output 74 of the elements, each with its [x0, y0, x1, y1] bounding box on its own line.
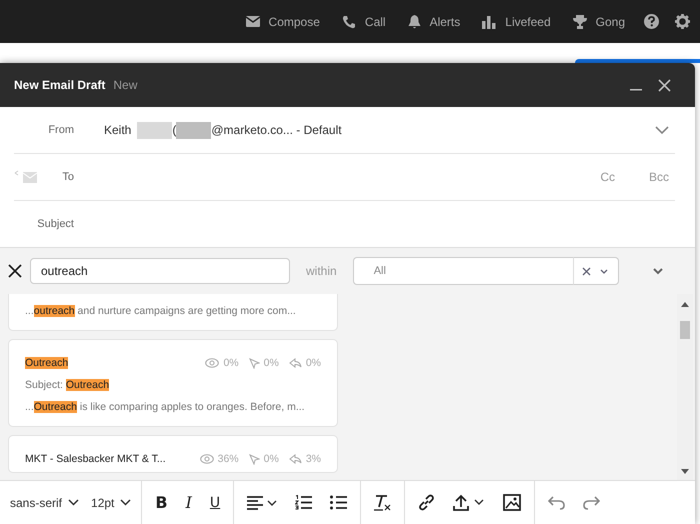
cursor-icon: [248, 358, 260, 368]
within-select[interactable]: All: [352, 257, 573, 285]
nav-label: Gong: [596, 14, 625, 28]
stat-value: 0%: [264, 356, 279, 370]
trophy-icon: [572, 14, 587, 28]
redo-icon: [583, 496, 600, 510]
stat-value: 3%: [306, 452, 321, 466]
caret-icon: [68, 499, 80, 506]
nav-item[interactable]: Alerts: [396, 14, 472, 28]
chevron-down-icon[interactable]: [652, 268, 663, 274]
format-dropdown[interactable]: sans-serif: [4, 492, 86, 514]
template-title: Outreach: [25, 356, 68, 370]
help-icon: [644, 14, 659, 29]
clear-icon[interactable]: [582, 266, 591, 276]
template-card[interactable]: MKT - Salesbacker MKT & T... 36% 0% 3%: [8, 435, 338, 473]
stat-value: 0%: [223, 356, 239, 370]
nav-item[interactable]: Compose: [234, 14, 331, 28]
link-icon: [418, 494, 436, 511]
nav-item[interactable]: Livefeed: [471, 14, 562, 28]
redaction-block: [176, 122, 212, 138]
settings-icon: [675, 14, 690, 29]
template-card[interactable]: ...outreach and nurture campaigns are getting more com...: [8, 294, 338, 331]
phone-icon: [342, 14, 356, 28]
within-label: within: [306, 264, 337, 278]
nav-item[interactable]: Call: [330, 14, 397, 28]
scroll-down-icon[interactable]: [681, 469, 689, 474]
template-subject: Subject: Outreach: [25, 378, 110, 392]
reply-icon: [288, 454, 302, 464]
scroll-thumb[interactable]: [680, 321, 690, 339]
numbered-list-icon: [295, 495, 312, 510]
close-icon[interactable]: [658, 78, 671, 92]
bar-chart-icon: [482, 14, 496, 28]
upload-icon: [453, 494, 486, 511]
reply-icon: [288, 358, 302, 368]
draft-status: New: [113, 78, 138, 92]
template-snippet: ...outreach and nurture campaigns are getting more com...: [25, 304, 297, 318]
envelopes-icon: [14, 170, 40, 184]
redaction-block: [137, 122, 172, 138]
nav-label: Compose: [268, 14, 320, 28]
sender-select[interactable]: Keith ( @marketo.co... - Default: [104, 122, 655, 138]
caret-icon: [120, 499, 132, 506]
search-field[interactable]: outreach: [30, 258, 290, 284]
template-title: MKT - Salesbacker MKT & T...: [25, 452, 166, 466]
bold-button[interactable]: B: [146, 489, 177, 516]
template-snippet: ...Outreach is like comparing apples to oranges. Before, m...: [25, 400, 306, 414]
field-label: To: [61, 171, 74, 183]
undo-icon: [548, 496, 566, 510]
cursor-icon: [248, 454, 260, 464]
italic-button[interactable]: I: [176, 489, 201, 516]
underline-button[interactable]: U: [200, 490, 230, 514]
field-label: From: [47, 124, 74, 136]
template-card[interactable]: Outreach 0% 0% 0% Subject: Outreach ...Outreach is like comparing apples to oranges. Before, m...: [8, 339, 338, 427]
close-icon[interactable]: [8, 264, 22, 278]
stat-value: 0%: [264, 452, 279, 466]
bell-icon: [408, 14, 421, 28]
field-label: Subject: [36, 218, 74, 230]
clear-format-icon: [374, 494, 392, 511]
nav-label: Call: [364, 14, 386, 28]
nav-label: Livefeed: [505, 14, 551, 28]
eye-icon: [200, 454, 214, 464]
window-title: New Email Draft: [14, 78, 106, 92]
format-dropdown[interactable]: 12pt: [85, 492, 138, 514]
nav-item[interactable]: Gong: [562, 14, 636, 28]
caret-icon[interactable]: [600, 268, 608, 274]
stat-value: 0%: [306, 356, 321, 370]
stat-value: 36%: [218, 452, 239, 466]
eye-icon: [205, 358, 220, 368]
mail-icon: [246, 16, 260, 27]
chevron-down-icon[interactable]: [655, 126, 669, 134]
image-icon: [503, 494, 522, 511]
scroll-up-icon[interactable]: [681, 302, 689, 307]
align-left-icon: [247, 496, 278, 510]
nav-label: Alerts: [430, 14, 460, 28]
bullet-list-icon: [330, 495, 348, 510]
